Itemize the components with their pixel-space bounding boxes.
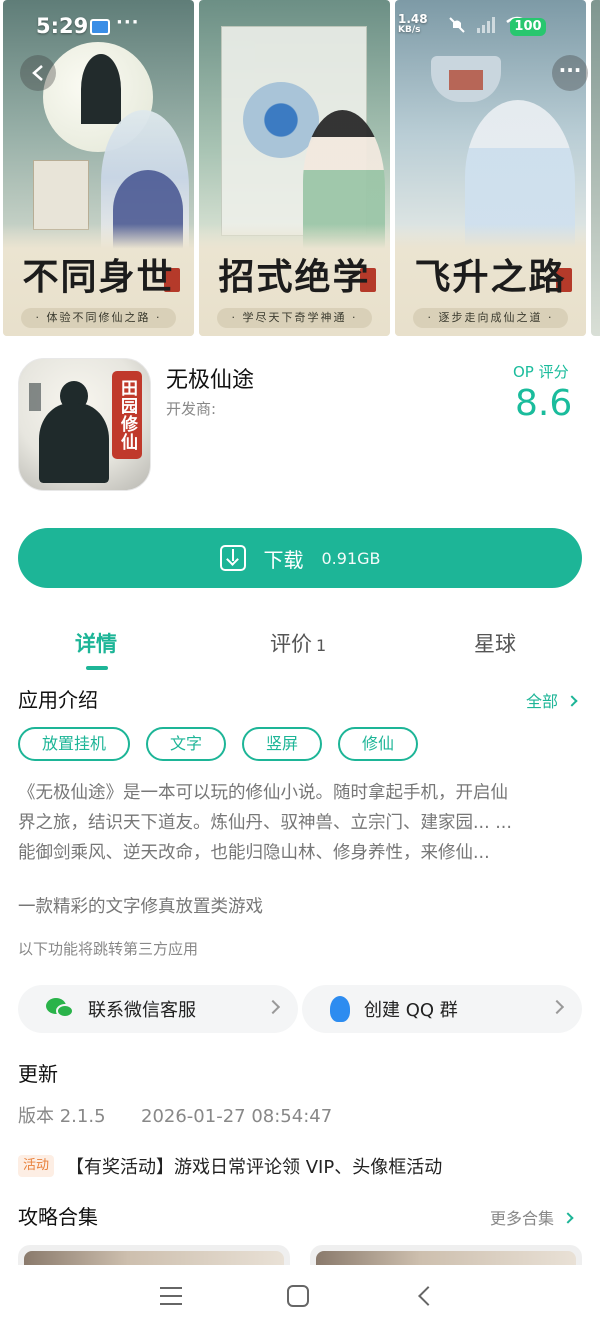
intro-title: 应用介绍 xyxy=(18,688,98,712)
contact-wechat-button[interactable]: 联系微信客服 xyxy=(18,985,298,1033)
screenshot-3[interactable]: 飞升之路 · 逐步走向成仙之道 · xyxy=(395,0,586,336)
screenshot-subtitle: · 学尽天下奇学神通 · xyxy=(217,308,372,328)
chevron-right-icon xyxy=(566,695,578,707)
tag-item[interactable]: 竖屏 xyxy=(242,727,323,761)
download-label: 下载 xyxy=(263,547,304,572)
recents-menu-icon[interactable] xyxy=(160,1287,182,1305)
guide-card-list xyxy=(18,1245,600,1265)
battery-indicator: 100 xyxy=(510,18,546,36)
more-guides-link[interactable]: 更多合集 xyxy=(490,1205,574,1229)
download-icon xyxy=(219,545,246,571)
screenshot-title: 招式绝学 xyxy=(218,256,371,298)
app-icon: 田园修仙 xyxy=(18,358,151,491)
download-size: 0.91GB xyxy=(321,548,381,568)
app-icon-tag: 田园修仙 xyxy=(112,371,142,459)
screenshot-2[interactable]: 招式绝学 · 学尽天下奇学神通 · xyxy=(199,0,390,336)
screenshot-4-peek[interactable] xyxy=(591,0,600,336)
tab-label: 详情 xyxy=(75,632,117,656)
qq-icon xyxy=(330,996,350,1022)
screenshot-1[interactable]: 不同身世 · 体验不同修仙之路 · xyxy=(3,0,194,336)
tag-item[interactable]: 文字 xyxy=(146,727,227,761)
update-title: 更新 xyxy=(18,1062,58,1086)
version-info: 版本 2.1.5 2026-01-27 08:54:47 xyxy=(18,1102,332,1128)
network-speed: 1.48 KB/s xyxy=(398,12,428,36)
chevron-right-icon xyxy=(562,1212,574,1224)
tab-details[interactable]: 详情 xyxy=(75,628,117,658)
tab-planet[interactable]: 星球 xyxy=(474,628,516,658)
guide-card[interactable] xyxy=(18,1245,290,1265)
home-icon[interactable] xyxy=(287,1285,309,1307)
version-label: 版本 2.1.5 xyxy=(18,1106,106,1127)
rating-label: OP 评分 xyxy=(513,363,569,381)
detail-tabs: 详情 评价 1 星球 xyxy=(0,622,600,672)
app-tagline: 一款精彩的文字修真放置类游戏 xyxy=(18,897,263,917)
screenshot-subtitle: · 逐步走向成仙之道 · xyxy=(413,308,568,328)
review-count: 1 xyxy=(316,636,327,655)
more-options-button[interactable]: ··· xyxy=(552,55,588,91)
active-tab-indicator xyxy=(86,666,108,670)
app-description[interactable]: 《无极仙途》是一本可以玩的修仙小说。随时拿起手机，开启仙 界之旅，结识天下道友。… xyxy=(18,778,586,868)
developer-label: 开发商: xyxy=(166,400,217,418)
tab-label: 评价 xyxy=(270,632,312,656)
tab-reviews[interactable]: 评价 1 xyxy=(270,628,326,658)
activity-link[interactable]: 【有奖活动】游戏日常评论领 VIP、头像框活动 xyxy=(66,1153,442,1179)
download-button[interactable]: 下载 0.91GB xyxy=(18,528,582,588)
see-all-label: 全部 xyxy=(526,692,559,711)
screenshot-title: 飞升之路 xyxy=(414,256,567,298)
tag-list: 放置挂机 文字 竖屏 修仙 xyxy=(18,727,419,761)
intro-see-all-link[interactable]: 全部 xyxy=(526,688,578,712)
status-time: 5:29 xyxy=(36,14,89,38)
more-dots-icon: ··· xyxy=(558,58,582,82)
guides-title: 攻略合集 xyxy=(18,1205,98,1229)
description-line: 界之旅，结识天下道友。炼仙丹、驭神兽、立宗门、建家园... ... xyxy=(18,813,512,833)
description-line: 《无极仙途》是一本可以玩的修仙小说。随时拿起手机，开启仙 xyxy=(18,783,508,803)
network-speed-value: 1.48 xyxy=(398,12,428,26)
tab-label: 星球 xyxy=(474,632,516,656)
cellular-signal-icon xyxy=(477,17,495,33)
description-line: 能御剑乘风、逆天改命，也能归隐山林、修身养性，来修仙... xyxy=(18,843,490,863)
activity-badge: 活动 xyxy=(18,1155,55,1177)
create-qq-group-button[interactable]: 创建 QQ 群 xyxy=(302,985,582,1033)
mute-icon xyxy=(449,17,465,33)
rating-score: 8.6 xyxy=(515,383,573,424)
contact-wechat-label: 联系微信客服 xyxy=(88,1000,196,1021)
back-button[interactable] xyxy=(20,55,56,91)
more-notifications-icon: ··· xyxy=(116,12,140,33)
wechat-icon xyxy=(46,998,74,1020)
update-date: 2026-01-27 08:54:47 xyxy=(141,1106,333,1127)
system-navigation-bar xyxy=(0,1265,600,1333)
back-arrow-icon[interactable] xyxy=(418,1286,438,1306)
tag-item[interactable]: 修仙 xyxy=(338,727,419,761)
network-speed-unit: KB/s xyxy=(398,25,421,35)
screenshot-carousel[interactable]: 不同身世 · 体验不同修仙之路 · 招式绝学 · 学尽天下奇学神通 · 飞升之路… xyxy=(0,0,600,338)
create-qq-group-label: 创建 QQ 群 xyxy=(364,1000,458,1021)
chevron-right-icon xyxy=(549,999,565,1015)
third-party-note: 以下功能将跳转第三方应用 xyxy=(18,940,199,958)
screenshot-subtitle: · 体验不同修仙之路 · xyxy=(21,308,176,328)
more-guides-label: 更多合集 xyxy=(490,1209,555,1228)
message-notification-icon xyxy=(90,19,110,35)
tag-item[interactable]: 放置挂机 xyxy=(18,727,131,761)
chevron-left-icon xyxy=(32,65,43,81)
chevron-right-icon xyxy=(265,999,281,1015)
guide-card[interactable] xyxy=(310,1245,582,1265)
app-name: 无极仙途 xyxy=(166,368,255,393)
screenshot-title: 不同身世 xyxy=(22,256,175,298)
